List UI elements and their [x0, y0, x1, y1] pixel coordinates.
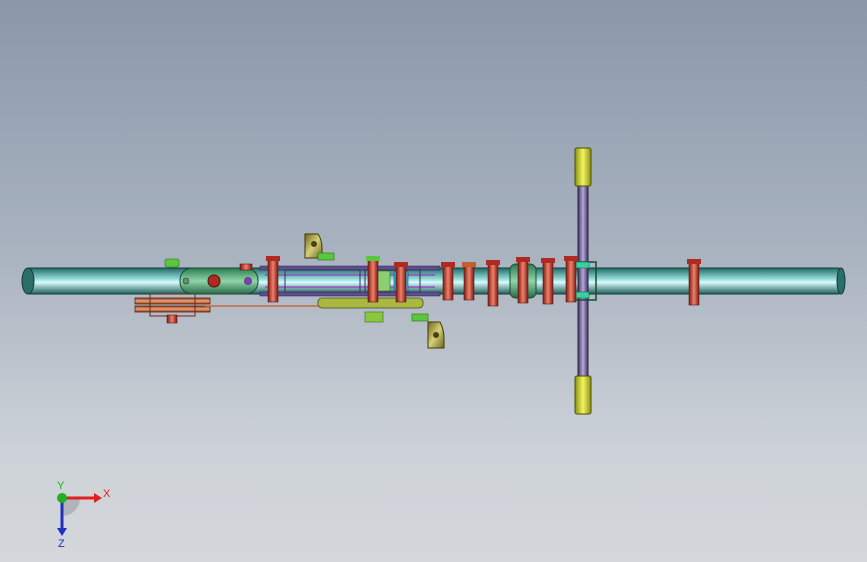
bolt[interactable]	[462, 262, 476, 301]
y-axis-label: Y	[57, 480, 65, 492]
axis-triad: X Y Z	[40, 480, 130, 550]
cad-viewport[interactable]: X Y Z	[0, 0, 867, 562]
top-grip[interactable]	[574, 147, 592, 187]
lower-bracket[interactable]	[411, 313, 445, 349]
bolt[interactable]	[486, 260, 500, 307]
bolt[interactable]	[266, 256, 280, 303]
assembly-model[interactable]	[0, 0, 867, 562]
bolt[interactable]	[366, 256, 380, 303]
bolt[interactable]	[564, 256, 578, 303]
bolt[interactable]	[687, 259, 701, 306]
nut[interactable]	[364, 311, 384, 323]
bolt[interactable]	[394, 262, 408, 303]
upper-bracket[interactable]	[304, 233, 335, 261]
triad-graphic: X Y Z	[57, 480, 111, 550]
bolt[interactable]	[516, 257, 530, 304]
x-axis-label: X	[103, 488, 111, 500]
y-axis-dot	[57, 493, 67, 503]
bottom-grip[interactable]	[574, 375, 592, 415]
main-tube[interactable]	[21, 267, 846, 295]
bolt[interactable]	[441, 262, 455, 301]
z-axis-label: Z	[58, 538, 65, 550]
bolt[interactable]	[541, 258, 555, 305]
